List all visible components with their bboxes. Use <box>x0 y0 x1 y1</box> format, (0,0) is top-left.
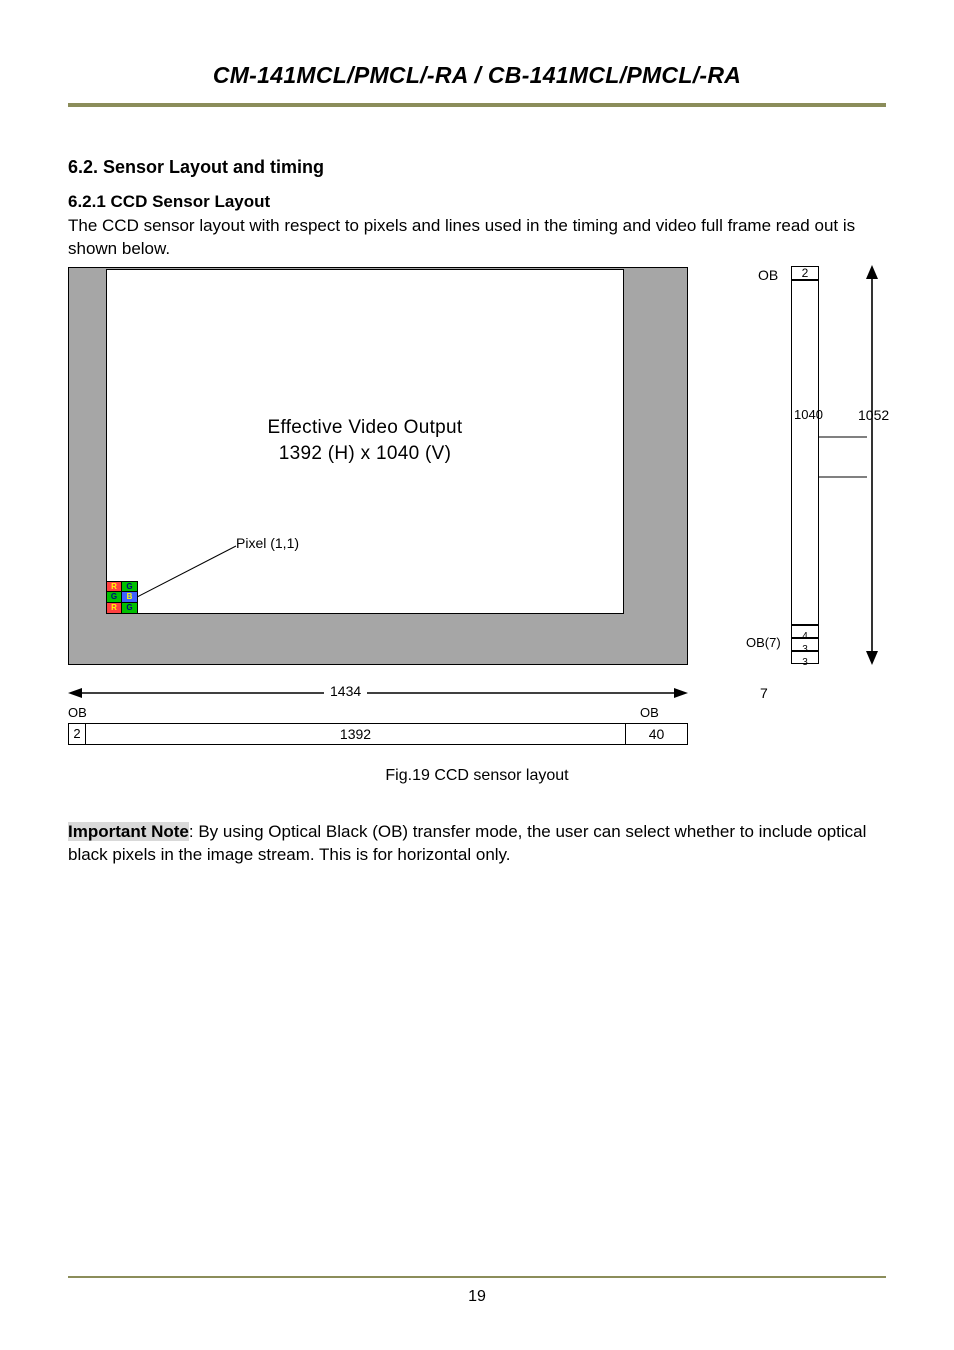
h-1434-label: 1434 <box>324 683 367 699</box>
small-box-3a: 3 <box>791 638 819 651</box>
bayer-cell-g: G <box>106 592 122 603</box>
top-2-box: 2 <box>791 266 819 280</box>
bayer-cell-g: G <box>122 603 138 614</box>
h-1434-arrow <box>68 685 688 701</box>
bayer-cell-r: R <box>106 581 122 592</box>
ob7-label: OB(7) <box>746 635 781 650</box>
h-2-box: 2 <box>68 723 86 745</box>
subsection-heading: 6.2.1 CCD Sensor Layout <box>68 192 886 212</box>
small-box-4: 4 <box>791 625 819 638</box>
h-40-box: 40 <box>625 723 688 745</box>
doc-header-title: CM-141MCL/PMCL/-RA / CB-141MCL/PMCL/-RA <box>68 62 886 89</box>
bayer-cell-r: R <box>106 603 122 614</box>
small-box-3b: 3 <box>791 651 819 664</box>
section-heading: 6.2. Sensor Layout and timing <box>68 157 886 178</box>
v-1040-box <box>791 280 819 625</box>
v-1052-ticks <box>819 267 879 667</box>
h-1392-box: 1392 <box>86 723 625 745</box>
effective-output-line2: 1392 (H) x 1040 (V) <box>279 443 452 465</box>
pixel-origin-label: Pixel (1,1) <box>236 535 299 551</box>
effective-output-line1: Effective Video Output <box>268 417 463 439</box>
header-rule <box>68 103 886 107</box>
important-note-label: Important Note <box>68 822 189 841</box>
intro-paragraph: The CCD sensor layout with respect to pi… <box>68 215 886 261</box>
footer-rule <box>68 1276 886 1278</box>
ccd-layout-diagram: Effective Video Output 1392 (H) x 1040 (… <box>68 267 888 777</box>
important-note: Important Note: By using Optical Black (… <box>68 821 886 867</box>
bayer-cell-g: G <box>122 581 138 592</box>
ob-top-label: OB <box>758 267 778 283</box>
page-number: 19 <box>68 1288 886 1306</box>
bayer-cell-b: B <box>122 592 138 603</box>
h-7-label: 7 <box>760 685 768 701</box>
bayer-pattern: R G G B R G <box>106 581 138 614</box>
page: CM-141MCL/PMCL/-RA / CB-141MCL/PMCL/-RA … <box>0 0 954 907</box>
page-footer: 19 <box>68 1276 886 1306</box>
h-ob-right-label: OB <box>640 705 659 720</box>
h-ob-left-label: OB <box>68 705 87 720</box>
